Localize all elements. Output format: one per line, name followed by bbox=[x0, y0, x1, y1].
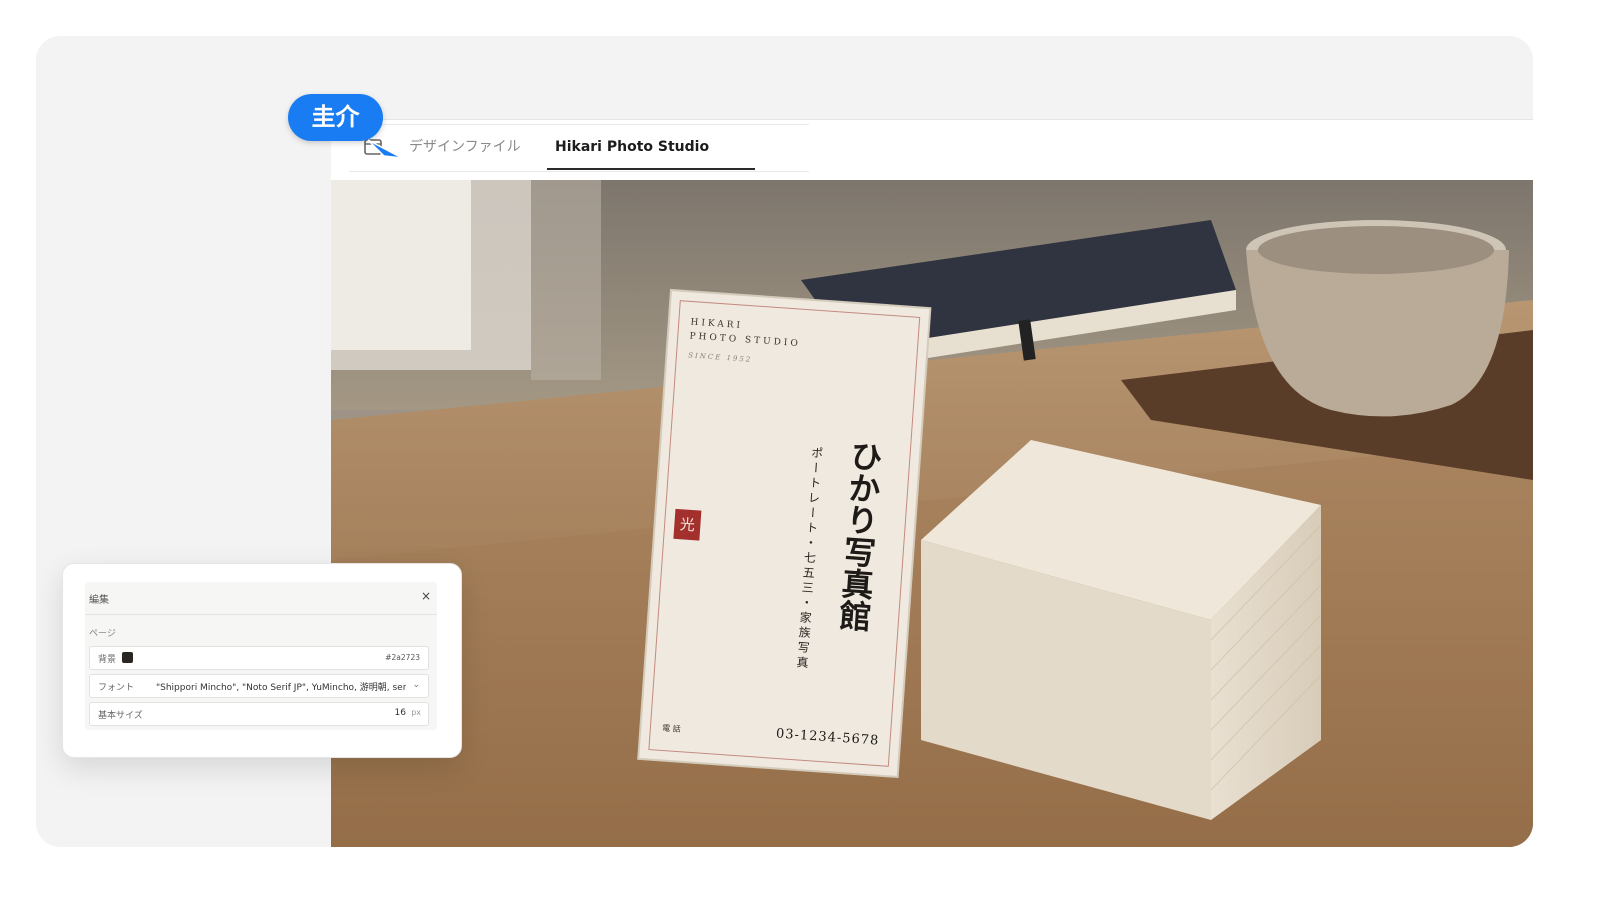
font-label: フォント bbox=[98, 683, 135, 693]
card-text-layer: HIKARI PHOTO STUDIO SINCE 1952 ひかり写真館 ポー… bbox=[638, 286, 930, 773]
card-studio-en-line1: HIKARI bbox=[690, 317, 744, 332]
collaborator-badge: 圭介 bbox=[288, 94, 383, 141]
card-phone: 03-1234-5678 bbox=[775, 726, 880, 749]
base-size-value[interactable]: 16 bbox=[395, 708, 406, 718]
background-hex: #2a2723 bbox=[385, 653, 420, 662]
base-size-label: 基本サイズ bbox=[98, 711, 143, 721]
card-title-jp: ひかり写真館 bbox=[833, 438, 885, 633]
card-phone-label: 電 話 bbox=[661, 723, 681, 734]
mockup-photo bbox=[331, 180, 1533, 847]
editor-panel-header: 編集 × bbox=[85, 582, 437, 615]
canvas-frame: デザインファイル Hikari Photo Studio Bus... bbox=[36, 36, 1533, 847]
tab-active-file[interactable]: Hikari Photo Studio Bus... bbox=[547, 125, 755, 199]
editor-panel-body: 編集 × ページ 背景 #2a2723 フォント "Shippori Minch… bbox=[85, 582, 437, 730]
card-services: ポートレート・七五三・家族写真 bbox=[794, 446, 825, 672]
section-page-label: ページ bbox=[89, 629, 116, 639]
business-card-mockup-image bbox=[331, 180, 1533, 847]
base-size-unit: px bbox=[411, 708, 421, 717]
card-since: SINCE 1952 bbox=[687, 351, 753, 364]
tab-bar: デザインファイル Hikari Photo Studio Bus... bbox=[349, 124, 809, 199]
close-icon[interactable]: × bbox=[421, 589, 431, 603]
tab-design-files[interactable]: デザインファイル bbox=[409, 125, 521, 169]
background-color-field[interactable]: 背景 #2a2723 bbox=[89, 646, 429, 670]
collaborator-cursor-icon bbox=[367, 139, 403, 159]
chevron-down-icon[interactable]: ⌄ bbox=[412, 680, 420, 690]
card-seal: 光 bbox=[673, 508, 702, 541]
base-size-field[interactable]: 基本サイズ 16 px bbox=[89, 702, 429, 726]
font-select[interactable]: フォント "Shippori Mincho", "Noto Serif JP",… bbox=[89, 674, 429, 698]
background-label: 背景 bbox=[98, 655, 117, 665]
background-swatch[interactable] bbox=[122, 652, 133, 663]
font-value: "Shippori Mincho", "Noto Serif JP", YuMi… bbox=[156, 683, 406, 693]
card-studio-en-line2: PHOTO STUDIO bbox=[689, 331, 802, 350]
editor-panel-title: 編集 bbox=[89, 595, 109, 606]
editor-panel: 編集 × ページ 背景 #2a2723 フォント "Shippori Minch… bbox=[62, 563, 462, 758]
